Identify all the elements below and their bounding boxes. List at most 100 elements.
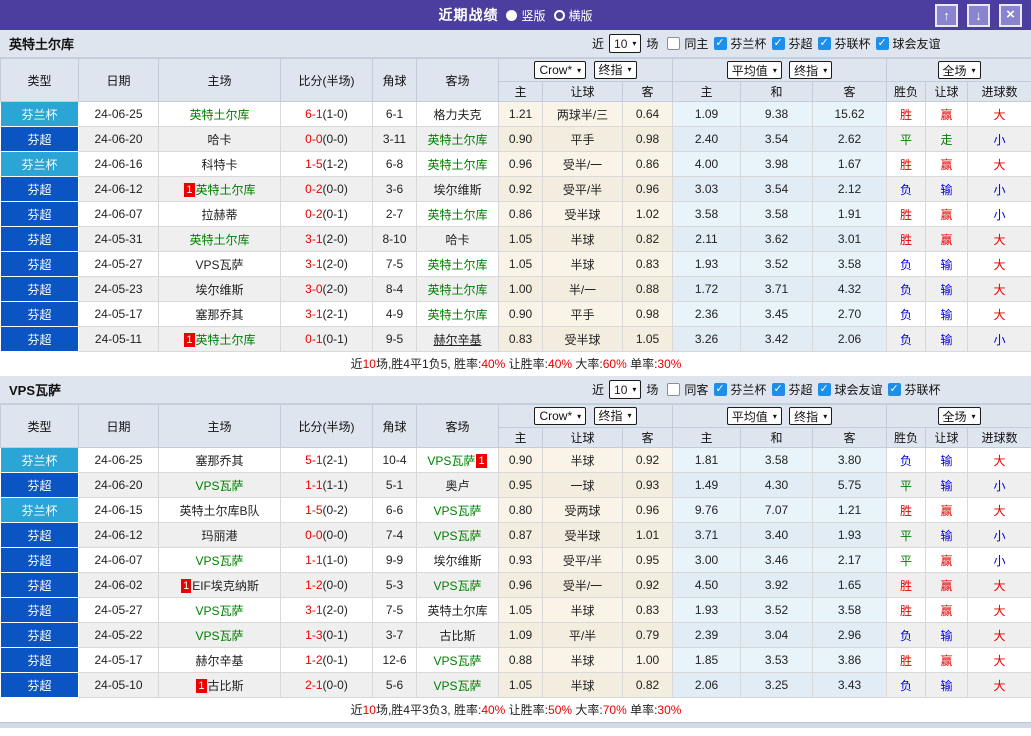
chevron-down-icon: ▾ xyxy=(627,65,632,75)
crow-home-odds: 0.80 xyxy=(498,497,543,523)
match-count-select[interactable]: 10 ▾ xyxy=(609,34,642,53)
avg-draw-odds: 3.92 xyxy=(740,572,813,598)
result-goals: 大 xyxy=(967,597,1031,623)
chevron-down-icon: ▾ xyxy=(632,385,637,394)
chevron-down-icon: ▾ xyxy=(772,411,777,421)
col-result-wdl: 胜负 xyxy=(886,427,927,448)
crow-home-odds: 1.05 xyxy=(498,672,543,698)
avg-home-odds: 1.81 xyxy=(672,447,741,473)
score-cell: 6-1(1-0) xyxy=(280,101,373,127)
fulltime-select[interactable]: 全场 ▾ xyxy=(937,61,981,79)
avg-draw-odds: 3.53 xyxy=(740,647,813,673)
halftime-score: (1-1) xyxy=(322,478,348,492)
league-checkbox[interactable] xyxy=(876,37,890,50)
crow-stage-select[interactable]: 终指 ▾ xyxy=(593,60,637,79)
result-handicap: 赢 xyxy=(925,226,969,252)
away-team-cell: 奥卢 xyxy=(416,472,499,498)
bookmaker-select[interactable]: Crow* ▾ xyxy=(534,61,587,80)
league-checkbox[interactable] xyxy=(714,37,728,50)
avg-away-odds: 1.65 xyxy=(811,572,888,598)
move-down-button[interactable]: ↓ xyxy=(967,3,990,27)
average-select[interactable]: 平均值 ▾ xyxy=(726,61,782,79)
crow-away-odds: 0.86 xyxy=(622,151,673,177)
chevron-down-icon: ▾ xyxy=(823,411,828,421)
crow-home-odds: 0.87 xyxy=(498,522,543,548)
same-venue-checkbox[interactable] xyxy=(667,383,681,396)
crow-home-odds: 0.83 xyxy=(498,326,543,352)
league-checkbox[interactable] xyxy=(772,37,786,50)
league-checkbox[interactable] xyxy=(772,383,786,396)
match-row: 芬超 24-06-12 1 英特土尔库 0-2(0-0) 3-6 埃尔维斯 0.92 受平/半 0… xyxy=(0,176,1031,202)
team-section: 英特土尔库 近 10▾ 场 同主 芬兰杯芬超芬联杯球会友谊 类 xyxy=(0,30,1031,376)
radio-selected-icon xyxy=(506,9,518,21)
crow-handicap: 半球 xyxy=(542,597,623,623)
away-team-name[interactable]: 赫尔辛基 xyxy=(433,333,481,347)
avg-draw-odds: 4.30 xyxy=(740,472,813,498)
date-cell: 24-05-17 xyxy=(78,647,159,673)
match-count-select[interactable]: 10 ▾ xyxy=(609,380,642,399)
league-checkbox[interactable] xyxy=(818,383,832,396)
summary-segment: 10 xyxy=(362,357,376,371)
fulltime-select[interactable]: 全场 ▾ xyxy=(937,407,981,425)
crow-handicap: 受半球 xyxy=(542,522,623,548)
away-team-cell: 英特土尔库 xyxy=(416,126,499,152)
corners-cell: 4-9 xyxy=(372,301,417,327)
crow-stage-select[interactable]: 终指 ▾ xyxy=(593,406,637,425)
avg-draw-odds: 3.46 xyxy=(740,547,813,573)
titlebar-center: 近期战绩 竖版 横版 xyxy=(0,5,1031,25)
league-type-cell: 芬超 xyxy=(0,572,79,598)
score-cell: 3-1(2-1) xyxy=(280,301,373,327)
col-crow-away: 客 xyxy=(622,427,673,448)
away-team-cell: 格力夫克 xyxy=(416,101,499,127)
away-team-cell: 英特土尔库 xyxy=(416,597,499,623)
away-team-cell: VPS瓦萨 xyxy=(416,647,499,673)
near-label: 近 xyxy=(592,383,605,397)
bookmaker-select[interactable]: Crow* ▾ xyxy=(534,407,587,426)
crow-handicap: 半球 xyxy=(542,672,623,698)
result-handicap: 赢 xyxy=(925,597,969,623)
avg-draw-odds: 9.38 xyxy=(740,101,813,127)
result-wdl: 负 xyxy=(886,326,927,352)
crow-handicap: 两球半/三 xyxy=(542,101,623,127)
average-select[interactable]: 平均值 ▾ xyxy=(726,407,782,425)
move-up-button[interactable]: ↑ xyxy=(935,3,958,27)
vertical-layout-radio[interactable]: 竖版 xyxy=(506,7,546,24)
halftime-score: (0-0) xyxy=(322,678,348,692)
average-stage-select[interactable]: 终指 ▾ xyxy=(789,407,833,425)
home-team-cell: 塞那乔其 xyxy=(158,301,281,327)
away-team-cell: VPS瓦萨 xyxy=(416,522,499,548)
halftime-score: (2-0) xyxy=(322,603,348,617)
result-goals: 大 xyxy=(967,447,1031,473)
fulltime-score: 1-3 xyxy=(305,628,323,642)
league-type-cell: 芬超 xyxy=(0,201,79,227)
match-row: 芬超 24-05-17 塞那乔其 3-1(2-1) 4-9 英特土尔库 0.90 平手 0.98… xyxy=(0,301,1031,327)
close-button[interactable]: × xyxy=(999,3,1022,27)
halftime-score: (0-2) xyxy=(322,503,348,517)
match-row: 芬超 24-06-02 1 EIF埃克纳斯 1-2(0-0) 5-3 VPS瓦萨 0.96 受半… xyxy=(0,572,1031,598)
crow-away-odds: 0.83 xyxy=(622,597,673,623)
same-venue-checkbox[interactable] xyxy=(667,37,681,50)
home-team-name: 英特土尔库 xyxy=(195,182,256,197)
results-table: 类型 日期 主场 比分(半场) 角球 客场 Crow* ▾ 终指 ▾ 平均值 ▾ 终指… xyxy=(0,58,1031,376)
away-team-name: 哈卡 xyxy=(445,232,470,247)
col-result-handicap: 让球 xyxy=(925,81,969,102)
crow-away-odds: 1.05 xyxy=(622,326,673,352)
crow-away-odds: 0.79 xyxy=(622,622,673,648)
league-checkbox[interactable] xyxy=(888,383,902,396)
league-checkbox[interactable] xyxy=(714,383,728,396)
horizontal-layout-radio[interactable]: 横版 xyxy=(553,7,593,24)
crow-home-odds: 1.21 xyxy=(498,101,543,127)
crow-away-odds: 0.92 xyxy=(622,447,673,473)
corners-cell: 3-7 xyxy=(372,622,417,648)
league-filter-label: 芬超 xyxy=(788,37,813,51)
avg-away-odds: 5.75 xyxy=(811,472,888,498)
corners-cell: 6-8 xyxy=(372,151,417,177)
date-cell: 24-06-15 xyxy=(78,497,159,523)
crow-away-odds: 0.88 xyxy=(622,276,673,302)
score-cell: 3-0(2-0) xyxy=(280,276,373,302)
avg-draw-odds: 3.58 xyxy=(740,447,813,473)
col-crow-home: 主 xyxy=(498,427,543,448)
matches-label: 场 xyxy=(646,383,659,397)
average-stage-select[interactable]: 终指 ▾ xyxy=(789,61,833,79)
league-checkbox[interactable] xyxy=(818,37,832,50)
